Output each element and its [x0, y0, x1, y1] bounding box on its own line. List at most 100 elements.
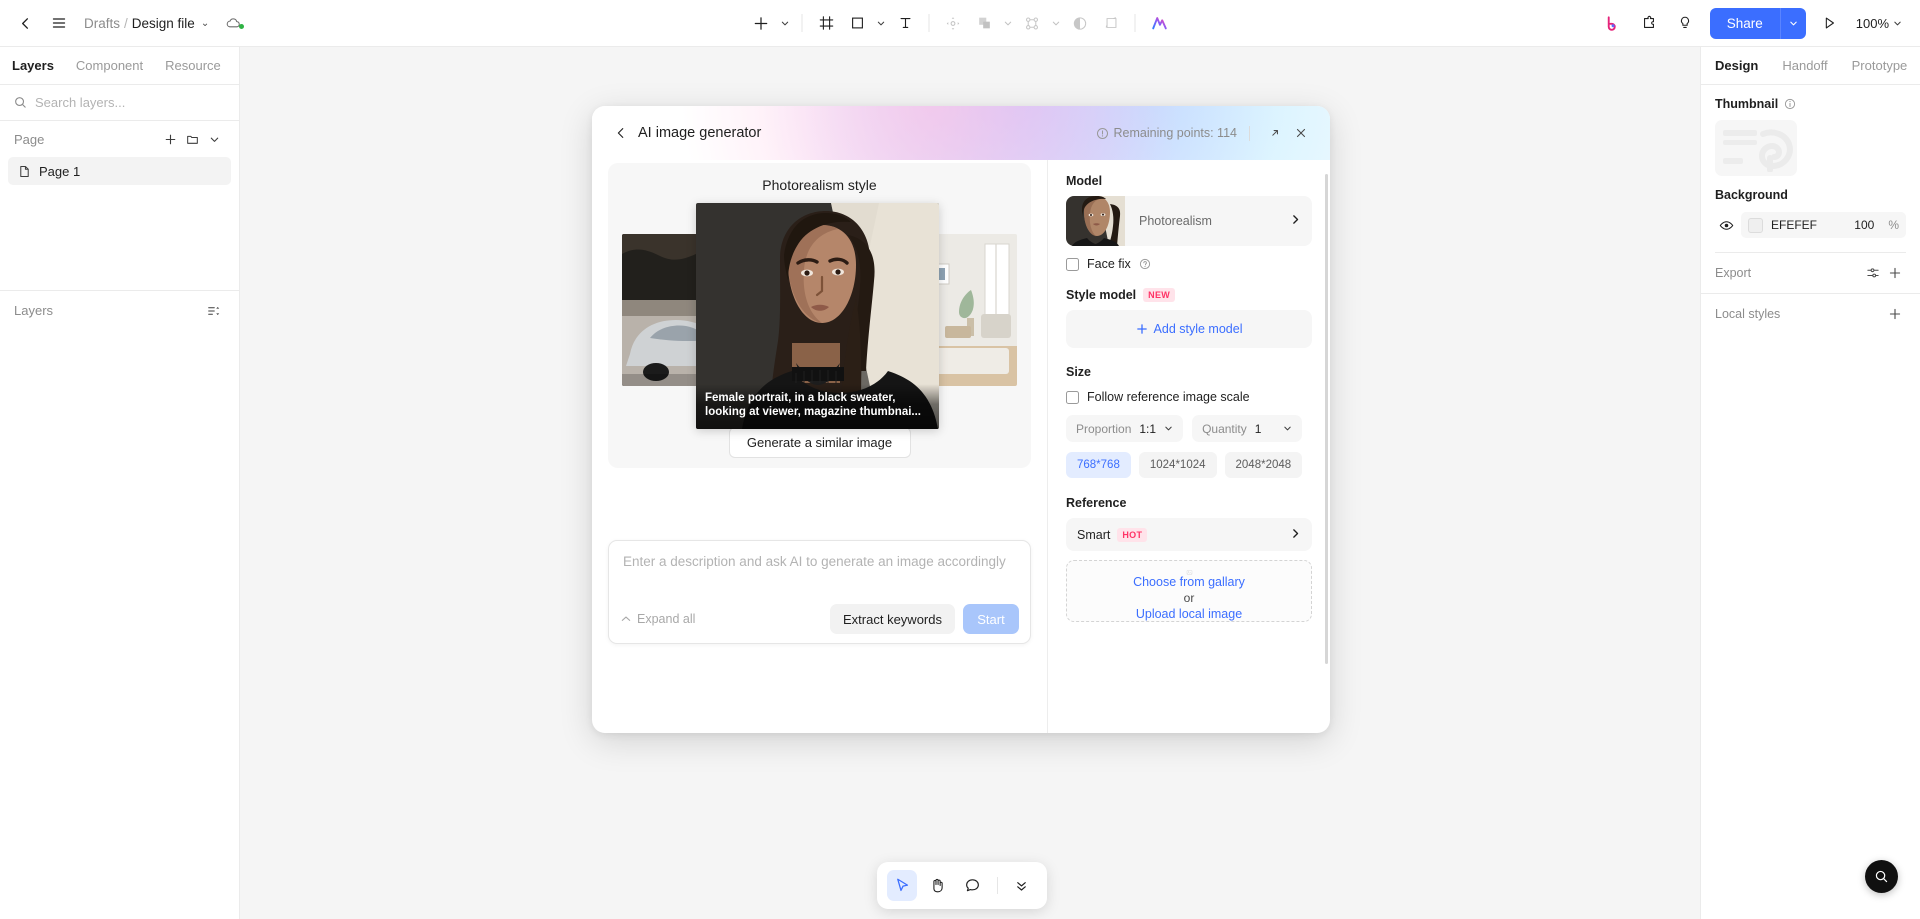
- reference-mode-selector[interactable]: Smart HOT: [1066, 518, 1312, 551]
- rectangle-icon[interactable]: [842, 7, 873, 40]
- follow-reference-scale-row[interactable]: Follow reference image scale: [1066, 390, 1312, 404]
- cursor-tool[interactable]: [887, 870, 918, 901]
- vector-icon[interactable]: [938, 7, 969, 40]
- background-color-field[interactable]: EFEFEF 100 %: [1741, 212, 1906, 238]
- shape-chevron-down-icon[interactable]: [873, 7, 890, 40]
- model-chevron-right-icon[interactable]: [1290, 214, 1301, 228]
- sync-status-dot: [239, 23, 245, 29]
- face-fix-row[interactable]: Face fix: [1066, 257, 1312, 271]
- reference-upload-area[interactable]: Choose from gallary or Upload local imag…: [1066, 560, 1312, 622]
- chevron-up-icon: [621, 616, 631, 621]
- modal-back-button[interactable]: [608, 120, 634, 146]
- component-icon[interactable]: [1017, 7, 1048, 40]
- model-thumbnail: [1066, 196, 1125, 246]
- share-chevron-down-icon[interactable]: [1779, 7, 1806, 39]
- slice-icon[interactable]: [1096, 7, 1127, 40]
- background-color-swatch[interactable]: [1748, 217, 1763, 233]
- component-chevron-down-icon[interactable]: [1048, 7, 1065, 40]
- add-chevron-down-icon[interactable]: [777, 7, 794, 40]
- style-preview-card: Photorealism style Female portrait, in a…: [608, 163, 1031, 468]
- pop-out-icon[interactable]: [1262, 120, 1288, 146]
- boolean-icon[interactable]: [969, 7, 1000, 40]
- tab-design[interactable]: Design: [1715, 58, 1758, 73]
- chevron-down-icon[interactable]: [203, 128, 225, 150]
- chevron-down-icon[interactable]: ⌄: [201, 18, 209, 29]
- tab-component[interactable]: Component: [76, 47, 143, 85]
- tab-resource[interactable]: Resource: [165, 47, 221, 85]
- frame-icon[interactable]: [811, 7, 842, 40]
- canvas-search-button[interactable]: [1865, 860, 1898, 893]
- add-style-model-button[interactable]: Add style model: [1066, 310, 1312, 348]
- cloud-sync-icon[interactable]: [225, 15, 245, 32]
- lightbulb-icon[interactable]: [1668, 6, 1702, 40]
- breadcrumb-drafts[interactable]: Drafts: [84, 16, 120, 31]
- local-styles-plus-icon[interactable]: [1884, 303, 1906, 325]
- plus-icon[interactable]: [159, 128, 181, 150]
- search-layers-row: [0, 85, 239, 121]
- comment-tool[interactable]: [958, 870, 988, 901]
- sliders-icon[interactable]: [1862, 262, 1884, 284]
- generate-similar-image-button[interactable]: Generate a similar image: [728, 427, 911, 458]
- export-plus-icon[interactable]: [1884, 262, 1906, 284]
- breadcrumb-file[interactable]: Design file: [132, 16, 195, 31]
- size-section-label: Size: [1066, 365, 1092, 379]
- page-file-icon: [20, 165, 29, 177]
- more-tools[interactable]: [1007, 870, 1037, 901]
- info-circle-icon[interactable]: [1784, 98, 1796, 110]
- proportion-label: Proportion: [1076, 421, 1132, 436]
- thumbnail-line-3: [1723, 158, 1743, 164]
- add-icon[interactable]: [746, 7, 777, 40]
- search-input[interactable]: [35, 95, 205, 110]
- ai-image-generator-modal: AI image generator Remaining points: 114: [592, 106, 1330, 733]
- dimension-chip-768[interactable]: 768*768: [1066, 452, 1131, 478]
- share-button[interactable]: Share: [1709, 7, 1780, 39]
- thumbnail-label: Thumbnail: [1715, 97, 1779, 111]
- tab-layers[interactable]: Layers: [12, 47, 54, 85]
- proportion-select[interactable]: Proportion 1:1: [1066, 415, 1184, 442]
- boolean-chevron-down-icon[interactable]: [1000, 7, 1017, 40]
- topbar-right-group: Share 100%: [1596, 6, 1910, 40]
- bytedance-icon[interactable]: [1596, 6, 1630, 40]
- preview-main-image[interactable]: Female portrait, in a black sweater, loo…: [696, 203, 939, 429]
- follow-reference-scale-checkbox[interactable]: [1066, 390, 1079, 404]
- prompt-input[interactable]: [609, 541, 1030, 587]
- expand-all-button[interactable]: Expand all: [620, 612, 695, 626]
- tab-prototype[interactable]: Prototype: [1852, 58, 1908, 73]
- zoom-level-control[interactable]: 100%: [1848, 7, 1910, 39]
- sort-layers-icon[interactable]: [203, 300, 225, 322]
- tab-handoff[interactable]: Handoff: [1782, 58, 1827, 73]
- extract-keywords-button[interactable]: Extract keywords: [830, 604, 955, 634]
- eye-icon[interactable]: [1715, 214, 1737, 236]
- hand-tool[interactable]: [922, 870, 952, 901]
- text-icon[interactable]: [890, 7, 921, 40]
- model-selector[interactable]: Photorealism: [1066, 196, 1312, 246]
- breadcrumb: Drafts / Design file ⌄: [84, 16, 209, 31]
- new-folder-icon[interactable]: [181, 128, 203, 150]
- help-circle-icon[interactable]: [1139, 258, 1151, 270]
- expand-all-label: Expand all: [637, 612, 696, 626]
- quantity-select[interactable]: Quantity 1: [1192, 415, 1303, 442]
- dimension-chip-2048[interactable]: 2048*2048: [1224, 452, 1303, 478]
- face-fix-checkbox[interactable]: [1066, 257, 1079, 271]
- hamburger-menu-icon[interactable]: [42, 6, 76, 40]
- background-hex-value[interactable]: EFEFEF: [1771, 218, 1846, 232]
- background-opacity-value[interactable]: 100: [1854, 218, 1874, 232]
- plugin-icon[interactable]: [1632, 6, 1666, 40]
- upload-local-image-link[interactable]: Upload local image: [1136, 607, 1242, 621]
- remaining-points[interactable]: Remaining points: 114: [1096, 126, 1237, 140]
- back-button[interactable]: [8, 6, 42, 40]
- close-icon[interactable]: [1288, 120, 1314, 146]
- layers-section-header: Layers: [0, 290, 239, 330]
- reference-chevron-right-icon[interactable]: [1290, 528, 1301, 542]
- modal-settings-panel: Model Photorealism Face fix Style model …: [1047, 160, 1330, 733]
- dimension-chips: 768*768 1024*1024 2048*2048: [1066, 452, 1312, 478]
- choose-from-gallery-link[interactable]: Choose from gallary: [1133, 575, 1245, 589]
- play-icon[interactable]: [1812, 6, 1846, 40]
- dimension-chip-1024[interactable]: 1024*1024: [1138, 452, 1217, 478]
- mask-icon[interactable]: [1065, 7, 1096, 40]
- sidebar-item-page-1[interactable]: Page 1: [8, 157, 231, 185]
- ai-icon[interactable]: [1144, 7, 1175, 40]
- start-button[interactable]: Start: [963, 604, 1019, 634]
- thumbnail-preview[interactable]: [1715, 120, 1797, 176]
- settings-panel-scrollbar[interactable]: [1325, 174, 1328, 664]
